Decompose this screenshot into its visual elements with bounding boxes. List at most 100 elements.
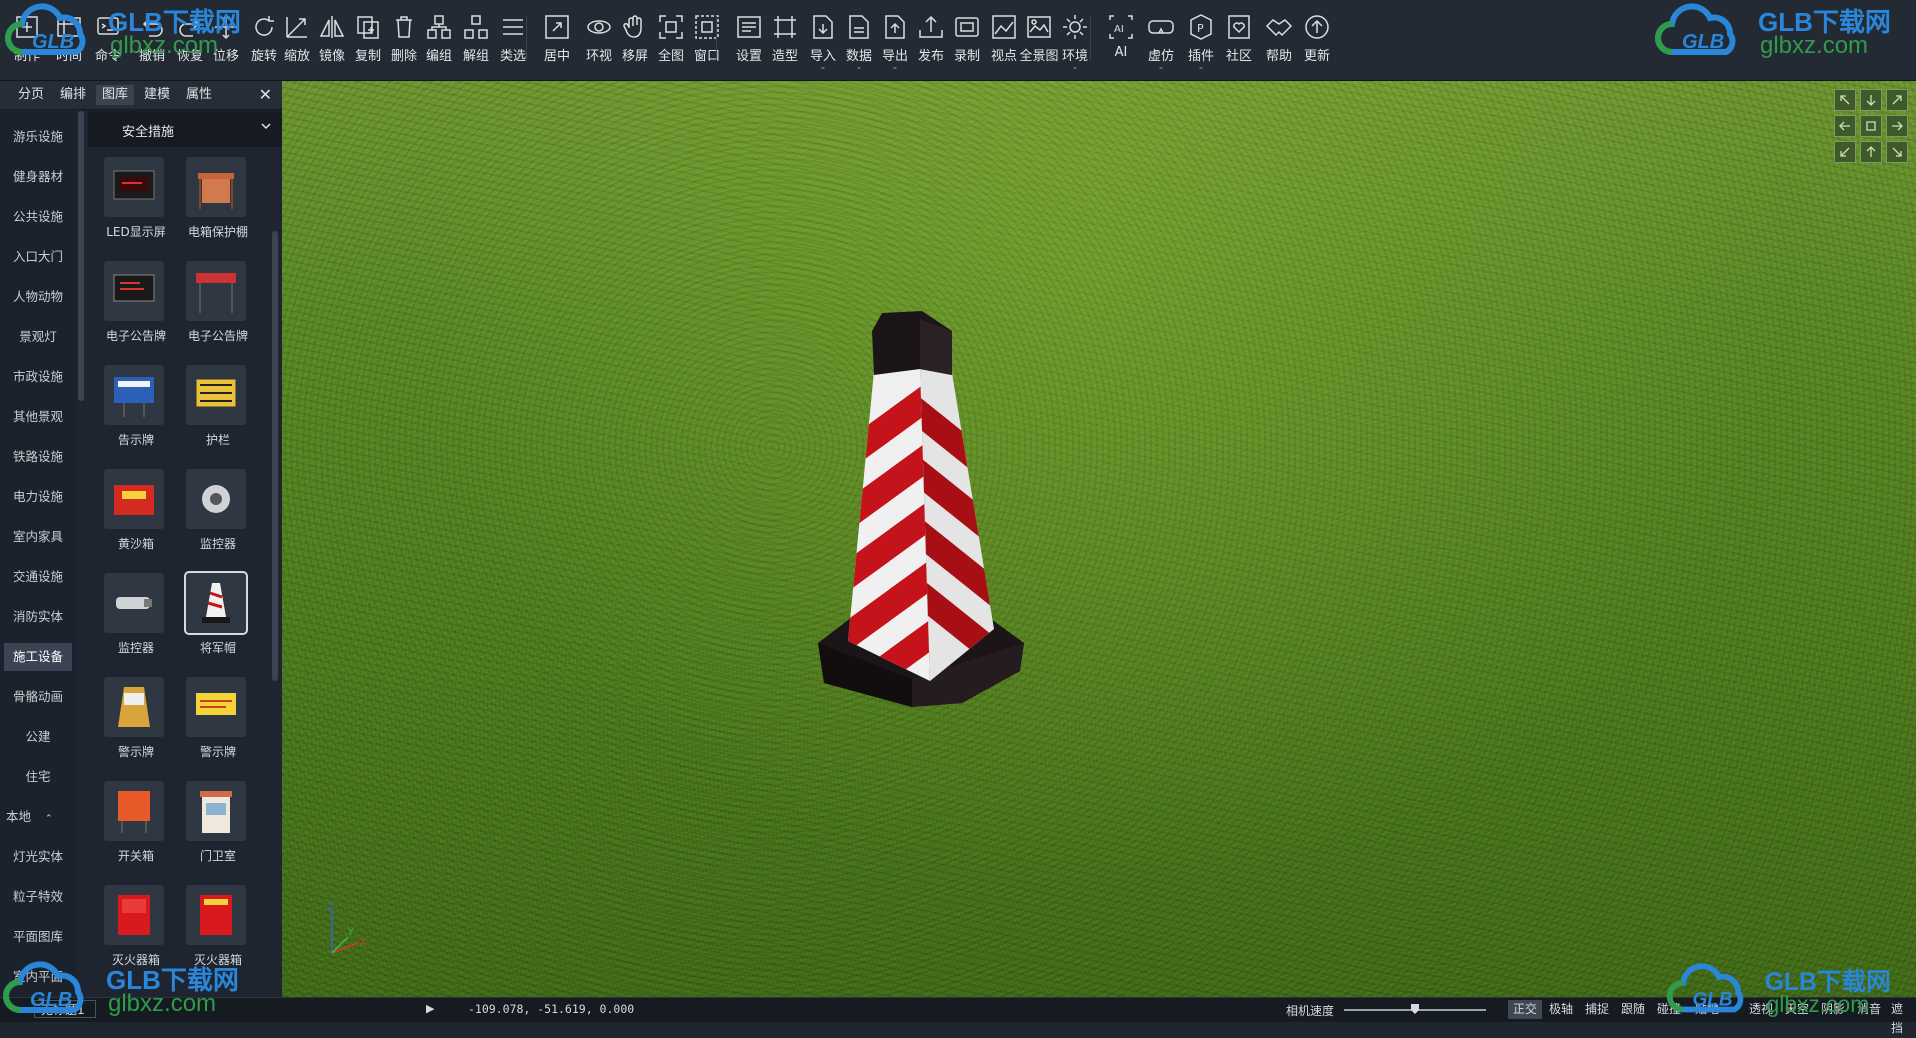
category-item[interactable]: 施工设备 — [4, 643, 72, 671]
tool-vr-button[interactable]: 虚仿 ⌄ — [1140, 8, 1182, 71]
tool-update-button[interactable]: 更新 — [1296, 8, 1338, 68]
category-item[interactable]: 入口大门 — [4, 243, 72, 271]
delete-icon — [389, 12, 419, 42]
tab-modeling[interactable]: 建模 — [138, 85, 176, 105]
category-item[interactable]: 景观灯 — [4, 323, 72, 351]
category-item[interactable]: 本地 ⌃ — [4, 803, 74, 831]
tab-arrange[interactable]: 编排 — [54, 85, 92, 105]
category-item[interactable]: 交通设施 — [4, 563, 72, 591]
library-item[interactable]: 监控器 — [176, 469, 260, 569]
library-item[interactable]: 护栏 — [176, 365, 260, 465]
tool-ungroup-button[interactable]: 解组 — [455, 8, 497, 68]
category-item[interactable]: 灯光实体 — [4, 843, 72, 871]
view-up-arrow-icon[interactable] — [1860, 141, 1882, 163]
tool-timeline-button[interactable]: 时间 — [48, 8, 90, 68]
tool-zoom-window-button[interactable]: 窗口 — [686, 8, 728, 68]
category-item[interactable]: 公建 — [4, 723, 72, 751]
category-item[interactable]: 住宅 — [4, 763, 72, 791]
tool-record-button[interactable]: 录制 — [946, 8, 988, 68]
tab-paging[interactable]: 分页 — [12, 85, 50, 105]
rotate-icon — [249, 12, 279, 42]
panel-tab-bar: 分页 编排 图库 建模 属性 ✕ — [0, 81, 282, 110]
play-icon[interactable]: ▶ — [426, 1002, 434, 1015]
library-item[interactable]: 电子公告牌 — [176, 261, 260, 361]
category-item[interactable]: 游乐设施 — [4, 123, 72, 151]
traffic-cone-model[interactable] — [812, 311, 1032, 751]
library-item[interactable]: LED显示屏 — [94, 157, 178, 257]
library-item[interactable]: 将军帽 — [176, 573, 260, 673]
tool-move-button[interactable]: 位移 — [205, 8, 247, 68]
category-item[interactable]: 公共设施 — [4, 203, 72, 231]
status-toggle[interactable]: 阴影 — [1816, 1000, 1850, 1019]
tool-community-button[interactable]: 社区 — [1218, 8, 1260, 68]
category-item[interactable]: 骨骼动画 — [4, 683, 72, 711]
library-category-select[interactable]: 安全措施 — [88, 111, 282, 147]
tool-select-by-type-button[interactable]: 类选 — [492, 8, 534, 68]
view-ne-arrow-icon[interactable] — [1886, 89, 1908, 111]
tool-ai-button[interactable]: AI AI — [1100, 8, 1142, 68]
chevron-up-icon[interactable]: ⌃ — [45, 814, 53, 824]
library-scrollbar[interactable] — [272, 231, 278, 681]
library-item[interactable]: 电子公告牌 — [94, 261, 178, 361]
view-down-arrow-icon[interactable] — [1860, 89, 1882, 111]
close-icon[interactable]: ✕ — [259, 85, 272, 104]
category-item[interactable]: 健身器材 — [4, 163, 72, 191]
status-toggle[interactable]: 透视 — [1744, 1000, 1778, 1019]
category-item[interactable]: 消防实体 — [4, 603, 72, 631]
library-item[interactable]: 门卫室 — [176, 781, 260, 881]
library-item[interactable]: 灭火器箱 — [94, 885, 178, 985]
tab-properties[interactable]: 属性 — [180, 85, 218, 105]
library-item[interactable]: 监控器 — [94, 573, 178, 673]
status-toggle[interactable]: 捕捉 — [1580, 1000, 1614, 1019]
status-toggle[interactable]: 遮挡 — [1886, 1000, 1916, 1035]
library-item[interactable]: 电箱保护棚 — [176, 157, 260, 257]
status-toggle[interactable]: 消音 — [1852, 1000, 1886, 1019]
category-item[interactable]: 其他景观 — [4, 403, 72, 431]
category-item[interactable]: 粒子特效 — [4, 883, 72, 911]
category-item[interactable]: 铁路设施 — [4, 443, 72, 471]
status-toggle[interactable]: 天空 — [1780, 1000, 1814, 1019]
view-left-arrow-icon[interactable] — [1834, 115, 1856, 137]
switch-box-thumbnail — [104, 781, 164, 841]
status-toggle[interactable]: 跟随 — [1616, 1000, 1650, 1019]
view-sw-arrow-icon[interactable] — [1834, 141, 1856, 163]
tool-group-button[interactable]: 编组 — [418, 8, 460, 68]
view-right-arrow-icon[interactable] — [1886, 115, 1908, 137]
3d-viewport[interactable]: Z Y X — [282, 81, 1916, 997]
orbit-icon — [584, 12, 614, 42]
view-se-arrow-icon[interactable] — [1886, 141, 1908, 163]
category-item[interactable]: 室内家具 — [4, 523, 72, 551]
status-toggle[interactable]: 贴地 — [1690, 1000, 1724, 1019]
tool-make-button[interactable]: 制作 — [6, 8, 48, 68]
status-toggle[interactable]: 正交 — [1508, 1000, 1543, 1019]
library-item[interactable]: 告示牌 — [94, 365, 178, 465]
tool-modeling-button[interactable]: 造型 — [764, 8, 806, 68]
library-item[interactable]: 黄沙箱 — [94, 469, 178, 569]
file-name-field[interactable]: 无标题1 — [34, 1000, 96, 1018]
tool-plugin-button[interactable]: P 插件 ⌄ — [1180, 8, 1222, 71]
category-item[interactable]: 电力设施 — [4, 483, 72, 511]
view-home-square-icon[interactable] — [1860, 115, 1882, 137]
library-item[interactable]: 警示牌 — [94, 677, 178, 777]
category-label: 公建 — [25, 729, 51, 744]
tool-help-handshake-button[interactable]: 帮助 — [1258, 8, 1300, 68]
category-item[interactable]: 室内平面 — [4, 963, 72, 991]
category-item[interactable]: 人物动物 — [4, 283, 72, 311]
tab-library[interactable]: 图库 — [96, 85, 135, 105]
tool-center-button[interactable]: 居中 — [536, 8, 578, 68]
library-item-name: 警示牌 — [117, 745, 154, 759]
category-item[interactable]: 平面图库 — [4, 923, 72, 951]
library-item[interactable]: 灭火器箱 — [176, 885, 260, 985]
library-item[interactable]: 警示牌 — [176, 677, 260, 777]
status-toggle[interactable]: 极轴 — [1544, 1000, 1578, 1019]
tool-label: 居中 — [543, 49, 570, 64]
tool-undo-button[interactable]: 撤销 — [131, 8, 173, 68]
category-item[interactable]: 市政设施 — [4, 363, 72, 391]
category-scrollbar[interactable] — [78, 111, 84, 401]
camera-speed-slider[interactable] — [1344, 1004, 1486, 1014]
status-toggle[interactable]: 碰撞 — [1652, 1000, 1686, 1019]
view-nw-arrow-icon[interactable] — [1834, 89, 1856, 111]
tool-command-button[interactable]: 命令 — [87, 8, 129, 68]
library-item[interactable]: 开关箱 — [94, 781, 178, 881]
camera-speed-thumb[interactable] — [1411, 1004, 1419, 1014]
